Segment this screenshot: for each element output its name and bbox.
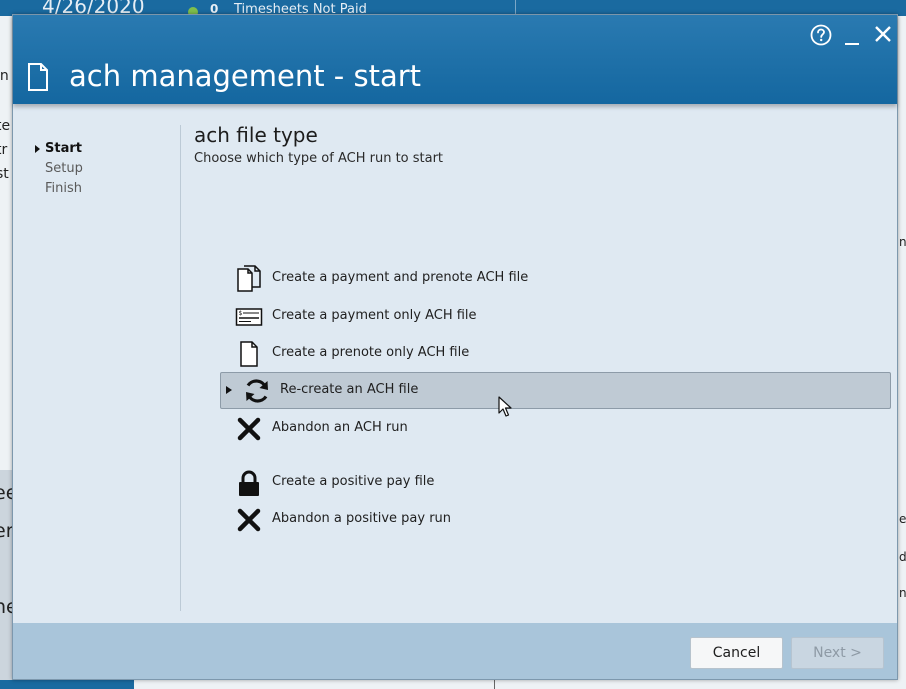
- background-text-fragment: d: [899, 550, 906, 564]
- background-text-fragment: st: [0, 166, 9, 182]
- background-text-fragment: tr: [0, 142, 8, 158]
- x-icon: [237, 417, 261, 441]
- step-start: Start: [35, 139, 83, 159]
- close-button[interactable]: [873, 24, 893, 44]
- steps-divider: [180, 125, 181, 611]
- wizard-steps: Start Setup Finish: [35, 139, 83, 199]
- svg-text:$: $: [239, 310, 243, 317]
- document-icon: [240, 341, 258, 367]
- option-label: Create a positive pay file: [272, 474, 435, 489]
- dialog-titlebar[interactable]: ach management - start: [13, 15, 897, 104]
- background-text-fragment: ns: [899, 235, 906, 249]
- dialog-footer: Cancel Next >: [13, 623, 897, 679]
- check-payment-icon: $: [235, 308, 263, 326]
- documents-icon: [237, 265, 261, 292]
- ach-management-dialog: ach management - start Start Setup Finis…: [12, 14, 898, 680]
- help-button[interactable]: [810, 24, 832, 46]
- step-label: Start: [45, 141, 82, 156]
- step-finish: Finish: [35, 179, 83, 199]
- option-label: Create a prenote only ACH file: [272, 345, 470, 360]
- step-setup: Setup: [35, 159, 83, 179]
- option-label: Abandon a positive pay run: [272, 511, 452, 526]
- option-label: Create a payment only ACH file: [272, 308, 477, 323]
- document-icon: [28, 63, 48, 91]
- option-payment-only[interactable]: $ Create a payment only ACH file: [220, 298, 891, 334]
- background-bottom-tab: [0, 680, 134, 689]
- background-text-fragment: te: [0, 118, 11, 134]
- option-label: Abandon an ACH run: [272, 420, 408, 435]
- background-bottom-line: [494, 680, 495, 689]
- option-payment-and-prenote[interactable]: Create a payment and prenote ACH file: [220, 260, 891, 296]
- cancel-button[interactable]: Cancel: [690, 637, 783, 669]
- background-text-fragment: n: [899, 586, 906, 600]
- dialog-title: ach management - start: [69, 59, 422, 93]
- x-icon: [237, 508, 261, 532]
- option-positive-pay-file[interactable]: Create a positive pay file: [220, 464, 891, 500]
- current-step-arrow-icon: [35, 145, 40, 153]
- step-label: Finish: [45, 181, 83, 196]
- option-label: Create a payment and prenote ACH file: [272, 270, 529, 285]
- refresh-icon: [246, 379, 268, 403]
- mouse-cursor-icon: [498, 396, 512, 417]
- section-subtitle: Choose which type of ACH run to start: [194, 151, 444, 166]
- selection-arrow-icon: [226, 386, 232, 394]
- option-label: Re-create an ACH file: [280, 382, 419, 397]
- step-label: Setup: [45, 161, 83, 176]
- next-button[interactable]: Next >: [791, 637, 884, 669]
- background-text-fragment: in: [0, 68, 9, 84]
- background-bottom: [0, 680, 906, 689]
- option-prenote-only[interactable]: Create a prenote only ACH file: [220, 335, 891, 371]
- option-recreate-ach-file[interactable]: Re-create an ACH file: [220, 372, 891, 409]
- background-text-fragment: es: [899, 512, 906, 526]
- option-abandon-ach-run[interactable]: Abandon an ACH run: [220, 410, 891, 446]
- lock-icon: [239, 470, 259, 496]
- option-abandon-positive-pay-run[interactable]: Abandon a positive pay run: [220, 501, 891, 537]
- minimize-button[interactable]: [843, 27, 861, 47]
- section-title: ach file type: [194, 123, 318, 147]
